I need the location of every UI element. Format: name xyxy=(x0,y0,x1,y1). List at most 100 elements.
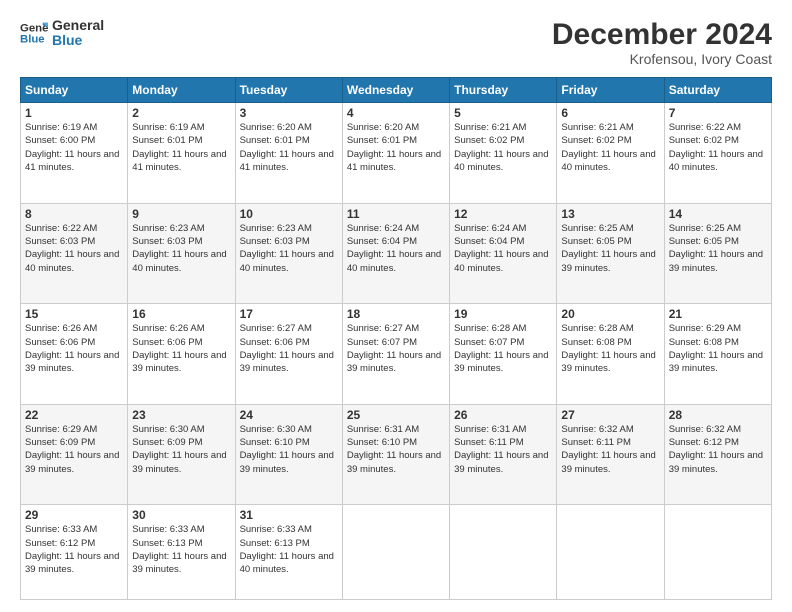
calendar-cell: 19Sunrise: 6:28 AMSunset: 6:07 PMDayligh… xyxy=(450,304,557,405)
day-info: Sunrise: 6:30 AMSunset: 6:10 PMDaylight:… xyxy=(240,423,338,476)
calendar-cell xyxy=(342,505,449,600)
day-info: Sunrise: 6:26 AMSunset: 6:06 PMDaylight:… xyxy=(25,322,123,375)
calendar-cell: 5Sunrise: 6:21 AMSunset: 6:02 PMDaylight… xyxy=(450,103,557,204)
calendar-cell xyxy=(557,505,664,600)
svg-text:Blue: Blue xyxy=(20,34,45,46)
col-header-tuesday: Tuesday xyxy=(235,78,342,103)
col-header-sunday: Sunday xyxy=(21,78,128,103)
calendar-cell: 7Sunrise: 6:22 AMSunset: 6:02 PMDaylight… xyxy=(664,103,771,204)
calendar-cell: 6Sunrise: 6:21 AMSunset: 6:02 PMDaylight… xyxy=(557,103,664,204)
day-number: 26 xyxy=(454,408,552,422)
day-number: 17 xyxy=(240,307,338,321)
calendar-cell: 24Sunrise: 6:30 AMSunset: 6:10 PMDayligh… xyxy=(235,404,342,505)
calendar-cell: 29Sunrise: 6:33 AMSunset: 6:12 PMDayligh… xyxy=(21,505,128,600)
calendar-cell: 21Sunrise: 6:29 AMSunset: 6:08 PMDayligh… xyxy=(664,304,771,405)
calendar-cell: 10Sunrise: 6:23 AMSunset: 6:03 PMDayligh… xyxy=(235,203,342,304)
day-number: 6 xyxy=(561,106,659,120)
day-info: Sunrise: 6:22 AMSunset: 6:02 PMDaylight:… xyxy=(669,121,767,174)
day-number: 3 xyxy=(240,106,338,120)
day-number: 12 xyxy=(454,207,552,221)
calendar-cell: 15Sunrise: 6:26 AMSunset: 6:06 PMDayligh… xyxy=(21,304,128,405)
day-number: 25 xyxy=(347,408,445,422)
day-info: Sunrise: 6:31 AMSunset: 6:11 PMDaylight:… xyxy=(454,423,552,476)
day-info: Sunrise: 6:27 AMSunset: 6:07 PMDaylight:… xyxy=(347,322,445,375)
calendar-cell: 28Sunrise: 6:32 AMSunset: 6:12 PMDayligh… xyxy=(664,404,771,505)
day-number: 20 xyxy=(561,307,659,321)
logo-general: General xyxy=(52,18,104,33)
day-number: 8 xyxy=(25,207,123,221)
calendar-table: SundayMondayTuesdayWednesdayThursdayFrid… xyxy=(20,77,772,600)
week-row-2: 8Sunrise: 6:22 AMSunset: 6:03 PMDaylight… xyxy=(21,203,772,304)
day-number: 22 xyxy=(25,408,123,422)
day-number: 29 xyxy=(25,508,123,522)
calendar-cell: 23Sunrise: 6:30 AMSunset: 6:09 PMDayligh… xyxy=(128,404,235,505)
day-number: 2 xyxy=(132,106,230,120)
day-info: Sunrise: 6:21 AMSunset: 6:02 PMDaylight:… xyxy=(561,121,659,174)
day-info: Sunrise: 6:22 AMSunset: 6:03 PMDaylight:… xyxy=(25,222,123,275)
calendar-cell: 20Sunrise: 6:28 AMSunset: 6:08 PMDayligh… xyxy=(557,304,664,405)
day-info: Sunrise: 6:33 AMSunset: 6:13 PMDaylight:… xyxy=(132,523,230,576)
day-info: Sunrise: 6:28 AMSunset: 6:08 PMDaylight:… xyxy=(561,322,659,375)
col-header-monday: Monday xyxy=(128,78,235,103)
day-info: Sunrise: 6:20 AMSunset: 6:01 PMDaylight:… xyxy=(347,121,445,174)
logo: General Blue General Blue xyxy=(20,18,104,49)
week-row-1: 1Sunrise: 6:19 AMSunset: 6:00 PMDaylight… xyxy=(21,103,772,204)
day-info: Sunrise: 6:19 AMSunset: 6:00 PMDaylight:… xyxy=(25,121,123,174)
day-info: Sunrise: 6:23 AMSunset: 6:03 PMDaylight:… xyxy=(240,222,338,275)
day-info: Sunrise: 6:23 AMSunset: 6:03 PMDaylight:… xyxy=(132,222,230,275)
calendar-cell: 31Sunrise: 6:33 AMSunset: 6:13 PMDayligh… xyxy=(235,505,342,600)
day-info: Sunrise: 6:25 AMSunset: 6:05 PMDaylight:… xyxy=(669,222,767,275)
day-number: 7 xyxy=(669,106,767,120)
day-number: 13 xyxy=(561,207,659,221)
calendar-cell: 16Sunrise: 6:26 AMSunset: 6:06 PMDayligh… xyxy=(128,304,235,405)
col-header-friday: Friday xyxy=(557,78,664,103)
week-row-5: 29Sunrise: 6:33 AMSunset: 6:12 PMDayligh… xyxy=(21,505,772,600)
day-info: Sunrise: 6:29 AMSunset: 6:08 PMDaylight:… xyxy=(669,322,767,375)
calendar-cell: 11Sunrise: 6:24 AMSunset: 6:04 PMDayligh… xyxy=(342,203,449,304)
day-number: 24 xyxy=(240,408,338,422)
day-number: 4 xyxy=(347,106,445,120)
day-info: Sunrise: 6:33 AMSunset: 6:12 PMDaylight:… xyxy=(25,523,123,576)
logo-icon: General Blue xyxy=(20,19,48,47)
calendar-cell: 14Sunrise: 6:25 AMSunset: 6:05 PMDayligh… xyxy=(664,203,771,304)
day-number: 19 xyxy=(454,307,552,321)
day-info: Sunrise: 6:19 AMSunset: 6:01 PMDaylight:… xyxy=(132,121,230,174)
calendar-cell: 8Sunrise: 6:22 AMSunset: 6:03 PMDaylight… xyxy=(21,203,128,304)
header: General Blue General Blue December 2024 … xyxy=(20,18,772,67)
day-number: 30 xyxy=(132,508,230,522)
day-info: Sunrise: 6:32 AMSunset: 6:11 PMDaylight:… xyxy=(561,423,659,476)
calendar-cell: 1Sunrise: 6:19 AMSunset: 6:00 PMDaylight… xyxy=(21,103,128,204)
calendar-cell: 13Sunrise: 6:25 AMSunset: 6:05 PMDayligh… xyxy=(557,203,664,304)
calendar-cell: 4Sunrise: 6:20 AMSunset: 6:01 PMDaylight… xyxy=(342,103,449,204)
day-number: 31 xyxy=(240,508,338,522)
calendar-cell: 27Sunrise: 6:32 AMSunset: 6:11 PMDayligh… xyxy=(557,404,664,505)
day-number: 18 xyxy=(347,307,445,321)
day-number: 28 xyxy=(669,408,767,422)
day-number: 23 xyxy=(132,408,230,422)
day-info: Sunrise: 6:30 AMSunset: 6:09 PMDaylight:… xyxy=(132,423,230,476)
calendar-cell: 22Sunrise: 6:29 AMSunset: 6:09 PMDayligh… xyxy=(21,404,128,505)
calendar-cell: 26Sunrise: 6:31 AMSunset: 6:11 PMDayligh… xyxy=(450,404,557,505)
week-row-3: 15Sunrise: 6:26 AMSunset: 6:06 PMDayligh… xyxy=(21,304,772,405)
day-info: Sunrise: 6:24 AMSunset: 6:04 PMDaylight:… xyxy=(454,222,552,275)
day-number: 14 xyxy=(669,207,767,221)
day-info: Sunrise: 6:27 AMSunset: 6:06 PMDaylight:… xyxy=(240,322,338,375)
calendar-cell xyxy=(664,505,771,600)
col-header-saturday: Saturday xyxy=(664,78,771,103)
calendar-cell: 9Sunrise: 6:23 AMSunset: 6:03 PMDaylight… xyxy=(128,203,235,304)
calendar-cell: 3Sunrise: 6:20 AMSunset: 6:01 PMDaylight… xyxy=(235,103,342,204)
day-info: Sunrise: 6:20 AMSunset: 6:01 PMDaylight:… xyxy=(240,121,338,174)
day-number: 5 xyxy=(454,106,552,120)
day-number: 21 xyxy=(669,307,767,321)
calendar-header-row: SundayMondayTuesdayWednesdayThursdayFrid… xyxy=(21,78,772,103)
day-info: Sunrise: 6:21 AMSunset: 6:02 PMDaylight:… xyxy=(454,121,552,174)
page: General Blue General Blue December 2024 … xyxy=(0,0,792,612)
calendar-cell: 25Sunrise: 6:31 AMSunset: 6:10 PMDayligh… xyxy=(342,404,449,505)
day-number: 1 xyxy=(25,106,123,120)
col-header-wednesday: Wednesday xyxy=(342,78,449,103)
day-number: 15 xyxy=(25,307,123,321)
day-number: 10 xyxy=(240,207,338,221)
calendar-cell: 12Sunrise: 6:24 AMSunset: 6:04 PMDayligh… xyxy=(450,203,557,304)
calendar-cell xyxy=(450,505,557,600)
day-number: 27 xyxy=(561,408,659,422)
